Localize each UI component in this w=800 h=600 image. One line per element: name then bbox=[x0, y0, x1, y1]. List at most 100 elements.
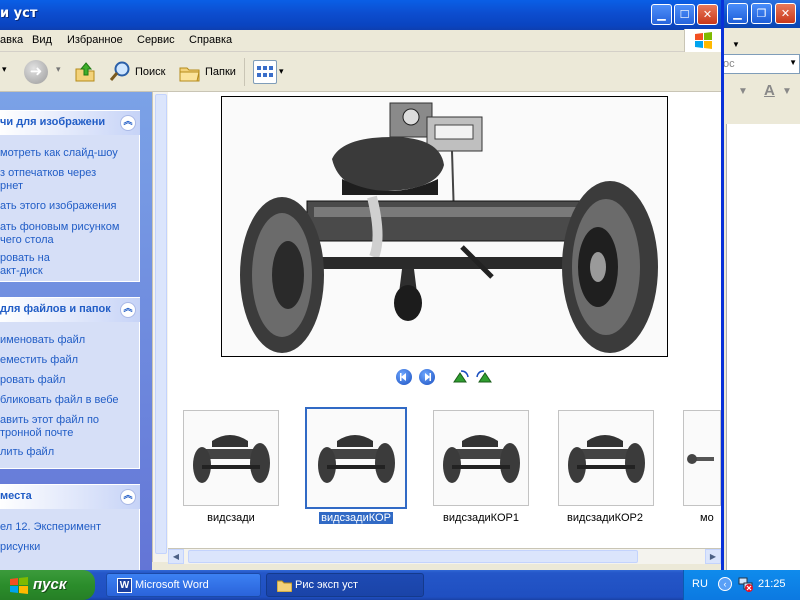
windows-logo-icon bbox=[684, 29, 721, 52]
collapse-chevron-icon[interactable]: ︽ bbox=[120, 302, 136, 318]
previous-image-button[interactable] bbox=[396, 369, 412, 385]
chevron-down-icon[interactable]: ▼ bbox=[732, 40, 740, 49]
other-places-header[interactable]: места ︽ bbox=[0, 485, 140, 509]
taskbar-button-word[interactable]: W Microsoft Word bbox=[106, 573, 261, 597]
file-tasks-title: для файлов и папок bbox=[0, 303, 111, 315]
scrollbar-thumb[interactable] bbox=[188, 550, 638, 563]
format-toolbar: ▼ A ▼ bbox=[720, 80, 800, 110]
language-indicator[interactable]: RU bbox=[692, 578, 708, 590]
folders-icon[interactable] bbox=[178, 60, 202, 84]
delete-file-link[interactable]: лить файл bbox=[0, 446, 54, 459]
image-tasks-title: чи для изображени bbox=[0, 116, 106, 128]
print-image-link[interactable]: ать этого изображения bbox=[0, 200, 116, 213]
forward-dropdown-icon[interactable]: ▾ bbox=[56, 64, 61, 75]
taskbar-explorer-label: Рис эксп уст bbox=[295, 579, 359, 591]
thumbnail-label: видсзади bbox=[207, 512, 255, 524]
chevron-down-icon[interactable]: ▼ bbox=[789, 58, 797, 67]
place-link-pictures[interactable]: рисунки bbox=[0, 541, 40, 554]
up-folder-icon[interactable] bbox=[72, 59, 98, 85]
next-image-button[interactable] bbox=[419, 369, 435, 385]
file-tasks-panel: для файлов и папок ︽ именовать файл емест… bbox=[0, 297, 140, 469]
word-icon: W bbox=[117, 578, 132, 593]
scrollbar-thumb[interactable] bbox=[155, 94, 167, 554]
start-label: пуск bbox=[33, 576, 67, 593]
toolbar-separator bbox=[244, 58, 245, 86]
image-tasks-header[interactable]: чи для изображени ︽ bbox=[0, 111, 140, 135]
views-dropdown-icon[interactable]: ▾ bbox=[279, 66, 284, 77]
background-word-window: ▁ ❐ ✕ ▼ ос ▼ ▼ A ▼ bbox=[720, 0, 800, 575]
menu-item-edit[interactable]: авка bbox=[0, 34, 23, 46]
minimize-icon[interactable]: ▁ bbox=[651, 4, 672, 25]
vehicle-chassis-photo bbox=[222, 97, 667, 356]
horizontal-scrollbar[interactable]: ◀ ▶ bbox=[168, 548, 721, 564]
start-button[interactable]: пуск bbox=[0, 570, 95, 600]
close-icon[interactable]: ✕ bbox=[697, 4, 718, 25]
search-icon[interactable] bbox=[108, 60, 132, 84]
rotate-clockwise-icon[interactable] bbox=[452, 369, 470, 385]
maximize-icon[interactable]: ☐ bbox=[674, 4, 695, 25]
style-box[interactable]: ос ▼ bbox=[720, 54, 800, 74]
menu-item-favorites[interactable]: Избранное bbox=[67, 34, 123, 46]
slideshow-link[interactable]: мотреть как слайд-шоу bbox=[0, 147, 118, 160]
document-area bbox=[726, 124, 800, 575]
other-places-panel: места ︽ ел 12. Эксперимент рисунки bbox=[0, 484, 140, 570]
forward-arrow-icon[interactable]: ➜ bbox=[24, 60, 48, 84]
set-desktop-background-link[interactable]: ать фоновым рисунком чего стола bbox=[0, 221, 119, 247]
rename-file-link[interactable]: именовать файл bbox=[0, 334, 85, 347]
back-dropdown-icon[interactable]: ▾ bbox=[2, 64, 7, 75]
place-link-section[interactable]: ел 12. Эксперимент bbox=[0, 521, 101, 534]
rotate-counterclockwise-icon[interactable] bbox=[475, 369, 493, 385]
menu-item-help[interactable]: Справка bbox=[189, 34, 232, 46]
chevron-down-icon[interactable]: ▼ bbox=[782, 86, 792, 97]
copy-to-cd-link[interactable]: ровать на акт-диск bbox=[0, 252, 50, 278]
menu-item-view[interactable]: Вид bbox=[32, 34, 52, 46]
copy-file-link[interactable]: ровать файл bbox=[0, 374, 65, 387]
file-tasks-header[interactable]: для файлов и папок ︽ bbox=[0, 298, 140, 322]
taskbar-button-explorer[interactable]: Рис эксп уст bbox=[266, 573, 424, 597]
email-file-link[interactable]: авить этот файл по тронной почте bbox=[0, 414, 99, 440]
restore-icon[interactable]: ❐ bbox=[751, 3, 772, 24]
selected-label-text: видсзадиКОР bbox=[319, 512, 393, 524]
system-tray: RU ‹ 21:25 bbox=[683, 570, 800, 600]
task-pane: чи для изображени ︽ мотреть как слайд-шоу… bbox=[0, 92, 152, 570]
menu-item-tools[interactable]: Сервис bbox=[137, 34, 175, 46]
order-prints-link[interactable]: з отпечатков через рнет bbox=[0, 167, 96, 193]
clock: 21:25 bbox=[758, 578, 786, 590]
search-button[interactable]: Поиск bbox=[135, 66, 165, 78]
image-tasks-panel: чи для изображени ︽ мотреть как слайд-шоу… bbox=[0, 110, 140, 282]
background-window-titlebar: ▁ ❐ ✕ bbox=[720, 0, 800, 28]
minimize-icon[interactable]: ▁ bbox=[727, 3, 748, 24]
views-icon[interactable] bbox=[253, 60, 277, 84]
font-color-icon[interactable]: A bbox=[764, 82, 775, 99]
thumbnail-label: видсзадиКОР2 bbox=[567, 512, 643, 524]
collapse-chevron-icon[interactable]: ︽ bbox=[120, 489, 136, 505]
folders-button[interactable]: Папки bbox=[205, 66, 236, 78]
thumbnail-4[interactable] bbox=[558, 410, 654, 506]
other-places-title: места bbox=[0, 490, 32, 502]
chevron-down-icon[interactable]: ▼ bbox=[738, 86, 748, 97]
title-bar: и уст ▁ ☐ ✕ bbox=[0, 0, 721, 30]
close-icon[interactable]: ✕ bbox=[775, 3, 796, 24]
taskbar-word-label: Microsoft Word bbox=[135, 579, 209, 591]
thumbnail-label-selected: видсзадиКОР bbox=[301, 512, 411, 524]
scroll-left-icon[interactable]: ◀ bbox=[168, 549, 184, 564]
collapse-chevron-icon[interactable]: ︽ bbox=[120, 115, 136, 131]
style-box-text: ос bbox=[723, 58, 735, 70]
thumbnail-3[interactable] bbox=[433, 410, 529, 506]
thumbnail-1[interactable] bbox=[183, 410, 279, 506]
tray-expand-icon[interactable]: ‹ bbox=[718, 577, 732, 591]
window-title: и уст bbox=[0, 6, 38, 21]
thumbnail-5-partial[interactable] bbox=[683, 410, 721, 506]
toolbar: ▾ ➜ ▾ Поиск Папки ▾ bbox=[0, 52, 721, 92]
thumbnail-label: мо bbox=[700, 512, 714, 524]
move-file-link[interactable]: еместить файл bbox=[0, 354, 78, 367]
network-icon[interactable] bbox=[738, 576, 754, 592]
thumbnail-label: видсзадиКОР1 bbox=[443, 512, 519, 524]
scroll-right-icon[interactable]: ▶ bbox=[705, 549, 721, 564]
windows-flag-icon bbox=[9, 576, 29, 594]
publish-web-link[interactable]: бликовать файл в вебе bbox=[0, 394, 119, 407]
pane-scrollbar[interactable] bbox=[152, 92, 168, 562]
thumbnail-2-selected[interactable] bbox=[305, 407, 407, 509]
menu-bar: авка Вид Избранное Сервис Справка bbox=[0, 29, 721, 52]
preview-image bbox=[221, 96, 668, 357]
